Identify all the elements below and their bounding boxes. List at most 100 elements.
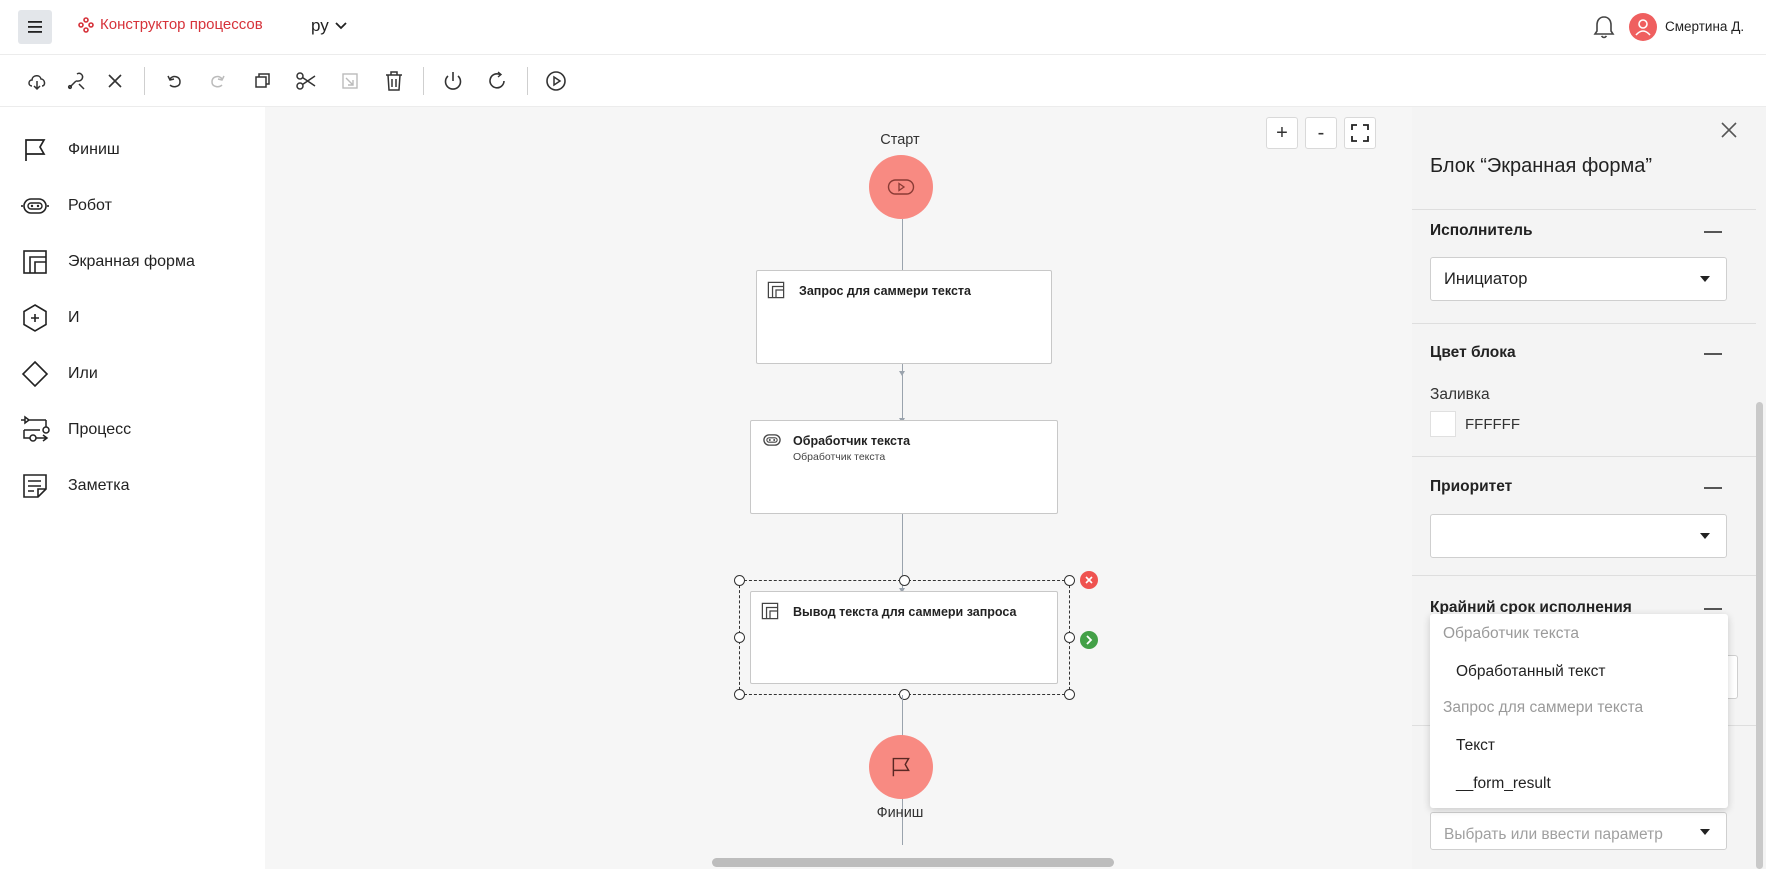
panel-close-button[interactable]	[1718, 119, 1740, 141]
cloud-save-icon	[28, 75, 46, 91]
caret-down-icon	[1700, 829, 1710, 835]
toolbar	[0, 55, 1766, 107]
robot-icon	[21, 198, 49, 214]
scissors-icon	[296, 72, 316, 90]
close-icon	[108, 74, 122, 88]
run-button[interactable]	[543, 68, 569, 94]
language-select[interactable]: ру	[311, 16, 347, 36]
flag-icon	[892, 757, 910, 777]
block-title: Запрос для саммери текста	[799, 284, 971, 298]
block-palette: Финиш Робот Экранная форма И Или Процесс…	[0, 107, 265, 869]
undo-button[interactable]	[161, 68, 187, 94]
chevron-right-icon	[1086, 635, 1093, 645]
undo-icon	[167, 75, 181, 88]
palette-item-finish[interactable]: Финиш	[20, 134, 120, 166]
user-icon	[1635, 19, 1651, 36]
priority-section-title[interactable]: Приоритет	[1430, 478, 1512, 496]
dropdown-option[interactable]: Текст	[1456, 737, 1495, 755]
executor-select[interactable]: Инициатор	[1430, 257, 1727, 301]
panel-scrollbar[interactable]	[1756, 402, 1763, 869]
zoom-out-button[interactable]: -	[1305, 117, 1337, 149]
collapse-priority-button[interactable]	[1704, 487, 1722, 489]
refresh-button[interactable]	[484, 68, 510, 94]
copy-button[interactable]	[249, 68, 275, 94]
collapse-deadline-button[interactable]	[1704, 608, 1722, 610]
and-hexagon-icon	[23, 304, 47, 332]
start-node[interactable]	[869, 155, 933, 219]
collapse-color-button[interactable]	[1704, 353, 1722, 355]
color-section-title[interactable]: Цвет блока	[1430, 344, 1516, 362]
palette-item-note[interactable]: Заметка	[20, 470, 130, 502]
horizontal-scrollbar[interactable]	[712, 858, 1114, 867]
palette-item-process[interactable]: Процесс	[20, 414, 131, 446]
dropdown-group-header: Запрос для саммери текста	[1443, 699, 1644, 716]
delete-block-button[interactable]	[1080, 571, 1098, 589]
menu-button[interactable]	[18, 10, 52, 44]
hamburger-icon	[28, 21, 42, 33]
resize-handle[interactable]	[734, 632, 745, 643]
next-block-button[interactable]	[1080, 631, 1098, 649]
screen-form-icon	[23, 250, 47, 274]
close-icon	[1721, 122, 1737, 138]
executor-value: Инициатор	[1444, 270, 1528, 288]
dropdown-option[interactable]: __form_result	[1456, 775, 1551, 793]
palette-item-label: Заметка	[68, 477, 130, 494]
delete-button[interactable]	[381, 68, 407, 94]
fill-color-swatch[interactable]	[1430, 411, 1456, 437]
block-screen-form-request[interactable]: Запрос для саммери текста	[756, 270, 1052, 364]
resize-handle[interactable]	[899, 575, 910, 586]
block-title: Обработчик текста	[793, 434, 911, 448]
power-button[interactable]	[440, 68, 466, 94]
caret-down-icon	[1700, 533, 1710, 539]
robot-icon	[763, 434, 781, 446]
resize-handle[interactable]	[1064, 689, 1075, 700]
close-button[interactable]	[102, 68, 128, 94]
bell-icon	[1593, 16, 1615, 39]
palette-item-robot[interactable]: Робот	[20, 190, 112, 222]
palette-item-screen-form[interactable]: Экранная форма	[20, 246, 195, 278]
redo-icon	[211, 75, 225, 88]
notifications-button[interactable]	[1592, 14, 1616, 45]
dropdown-option[interactable]: Обработанный текст	[1456, 663, 1605, 681]
block-robot-text-handler[interactable]: Обработчик текста Обработчик текста	[750, 420, 1058, 514]
palette-item-label: Финиш	[68, 141, 120, 158]
zoom-in-button[interactable]: +	[1266, 117, 1298, 149]
trash-icon	[386, 71, 402, 91]
save-to-cloud-button[interactable]	[24, 68, 50, 94]
resize-handle[interactable]	[1064, 575, 1075, 586]
resize-handle[interactable]	[899, 689, 910, 700]
cut-button[interactable]	[293, 68, 319, 94]
resize-handle[interactable]	[1064, 632, 1075, 643]
note-icon	[23, 474, 47, 498]
palette-item-and[interactable]: И	[20, 302, 80, 334]
parameter-select[interactable]: Выбрать или ввести параметр	[1430, 812, 1727, 850]
resize-handle[interactable]	[734, 689, 745, 700]
panel-title: Блок “Экранная форма”	[1430, 155, 1653, 177]
executor-section-title[interactable]: Исполнитель	[1430, 222, 1533, 240]
parameter-placeholder: Выбрать или ввести параметр	[1444, 826, 1663, 843]
palette-item-label: Или	[68, 365, 98, 382]
block-subtitle: Обработчик текста	[793, 451, 886, 463]
palette-item-label: Робот	[68, 197, 112, 214]
palette-item-or[interactable]: Или	[20, 358, 98, 390]
resize-handle[interactable]	[734, 575, 745, 586]
parameter-dropdown: Обработчик текста Обработанный текст Зап…	[1430, 614, 1728, 808]
fullscreen-button[interactable]	[1344, 117, 1376, 149]
user-name[interactable]: Смертина Д.	[1665, 19, 1744, 34]
fullscreen-icon	[1351, 124, 1369, 142]
redo-button[interactable]	[205, 68, 231, 94]
finish-label: Финиш	[876, 805, 924, 821]
settings-button[interactable]	[63, 68, 89, 94]
diagram-canvas[interactable]: + - Старт Запрос для саммери текста Обра…	[265, 107, 1412, 869]
play-circle-icon	[546, 71, 566, 91]
avatar[interactable]	[1629, 13, 1657, 41]
paste-button[interactable]	[337, 68, 363, 94]
app-logo[interactable]: Конструктор процессов	[78, 16, 263, 33]
toolbar-divider	[527, 67, 528, 95]
fill-color-value[interactable]: FFFFFF	[1465, 416, 1520, 433]
priority-select[interactable]	[1430, 514, 1727, 558]
collapse-executor-button[interactable]	[1704, 231, 1722, 233]
finish-node[interactable]	[869, 735, 933, 799]
palette-item-label: Экранная форма	[68, 253, 195, 270]
close-icon	[1085, 576, 1093, 584]
